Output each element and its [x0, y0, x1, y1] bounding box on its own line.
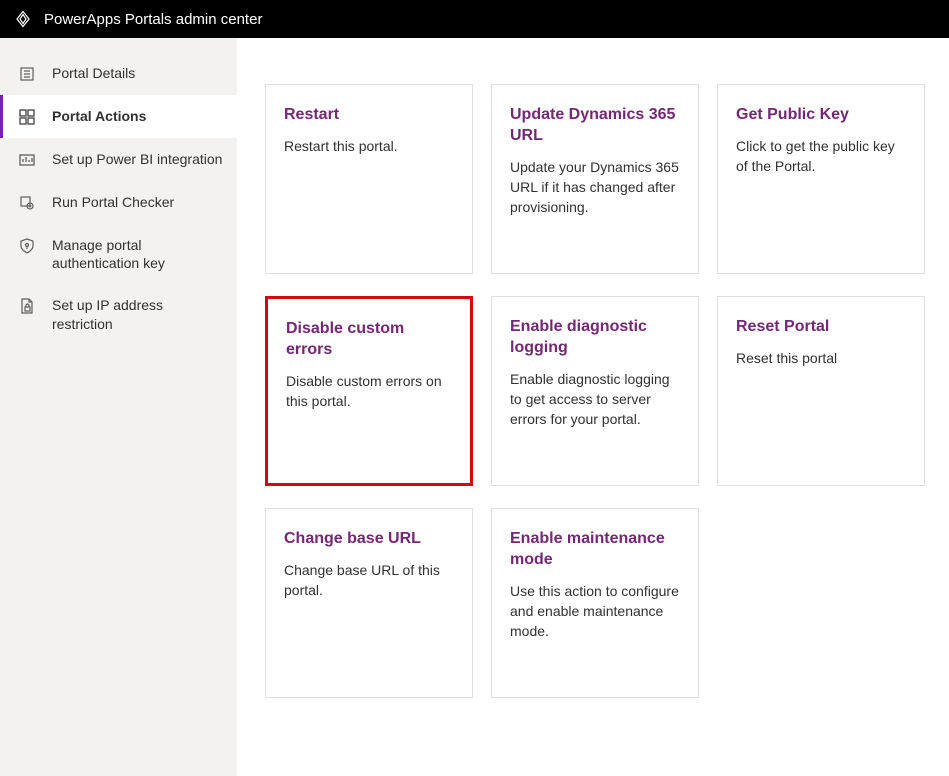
card-get-public-key[interactable]: Get Public Key Click to get the public k…	[717, 84, 925, 274]
card-title: Reset Portal	[736, 317, 906, 338]
sidebar-item-ip-restriction[interactable]: Set up IP address restriction	[0, 284, 237, 344]
sidebar-item-power-bi[interactable]: Set up Power BI integration	[0, 138, 237, 181]
main-content: Restart Restart this portal. Update Dyna…	[237, 38, 949, 776]
card-title: Restart	[284, 105, 454, 126]
card-title: Enable diagnostic logging	[510, 317, 680, 359]
sidebar-item-label: Portal Actions	[52, 107, 146, 125]
sidebar-item-label: Manage portal authentication key	[52, 236, 225, 272]
card-desc: Disable custom errors on this portal.	[286, 371, 452, 412]
top-bar: PowerApps Portals admin center	[0, 0, 949, 38]
action-card-grid: Restart Restart this portal. Update Dyna…	[265, 84, 925, 698]
app-title: PowerApps Portals admin center	[44, 11, 262, 28]
sidebar: Portal Details Portal Actions Set up Pow…	[0, 38, 237, 776]
bar-chart-icon	[18, 151, 36, 169]
card-desc: Change base URL of this portal.	[284, 560, 454, 601]
sidebar-item-auth-key[interactable]: Manage portal authentication key	[0, 224, 237, 284]
sidebar-item-portal-details[interactable]: Portal Details	[0, 52, 237, 95]
sidebar-item-portal-actions[interactable]: Portal Actions	[0, 95, 237, 138]
card-title: Get Public Key	[736, 105, 906, 126]
card-update-url[interactable]: Update Dynamics 365 URL Update your Dyna…	[491, 84, 699, 274]
card-desc: Use this action to configure and enable …	[510, 581, 680, 642]
card-title: Update Dynamics 365 URL	[510, 105, 680, 147]
sidebar-item-label: Run Portal Checker	[52, 193, 174, 211]
card-desc: Click to get the public key of the Porta…	[736, 136, 906, 177]
card-title: Enable maintenance mode	[510, 529, 680, 571]
card-restart[interactable]: Restart Restart this portal.	[265, 84, 473, 274]
card-desc: Reset this portal	[736, 348, 906, 368]
actions-icon	[18, 108, 36, 126]
details-icon	[18, 65, 36, 83]
card-desc: Enable diagnostic logging to get access …	[510, 369, 680, 430]
card-title: Disable custom errors	[286, 319, 452, 361]
powerapps-logo-icon	[14, 10, 32, 28]
card-disable-custom-errors[interactable]: Disable custom errors Disable custom err…	[265, 296, 473, 486]
card-desc: Update your Dynamics 365 URL if it has c…	[510, 157, 680, 218]
card-enable-maintenance-mode[interactable]: Enable maintenance mode Use this action …	[491, 508, 699, 698]
card-enable-diagnostic-logging[interactable]: Enable diagnostic logging Enable diagnos…	[491, 296, 699, 486]
sidebar-item-portal-checker[interactable]: Run Portal Checker	[0, 181, 237, 224]
sidebar-item-label: Portal Details	[52, 64, 135, 82]
card-desc: Restart this portal.	[284, 136, 454, 156]
checker-icon	[18, 194, 36, 212]
card-reset-portal[interactable]: Reset Portal Reset this portal	[717, 296, 925, 486]
card-change-base-url[interactable]: Change base URL Change base URL of this …	[265, 508, 473, 698]
sidebar-item-label: Set up Power BI integration	[52, 150, 222, 168]
card-title: Change base URL	[284, 529, 454, 550]
sidebar-item-label: Set up IP address restriction	[52, 296, 225, 332]
file-lock-icon	[18, 297, 36, 315]
shield-icon	[18, 237, 36, 255]
